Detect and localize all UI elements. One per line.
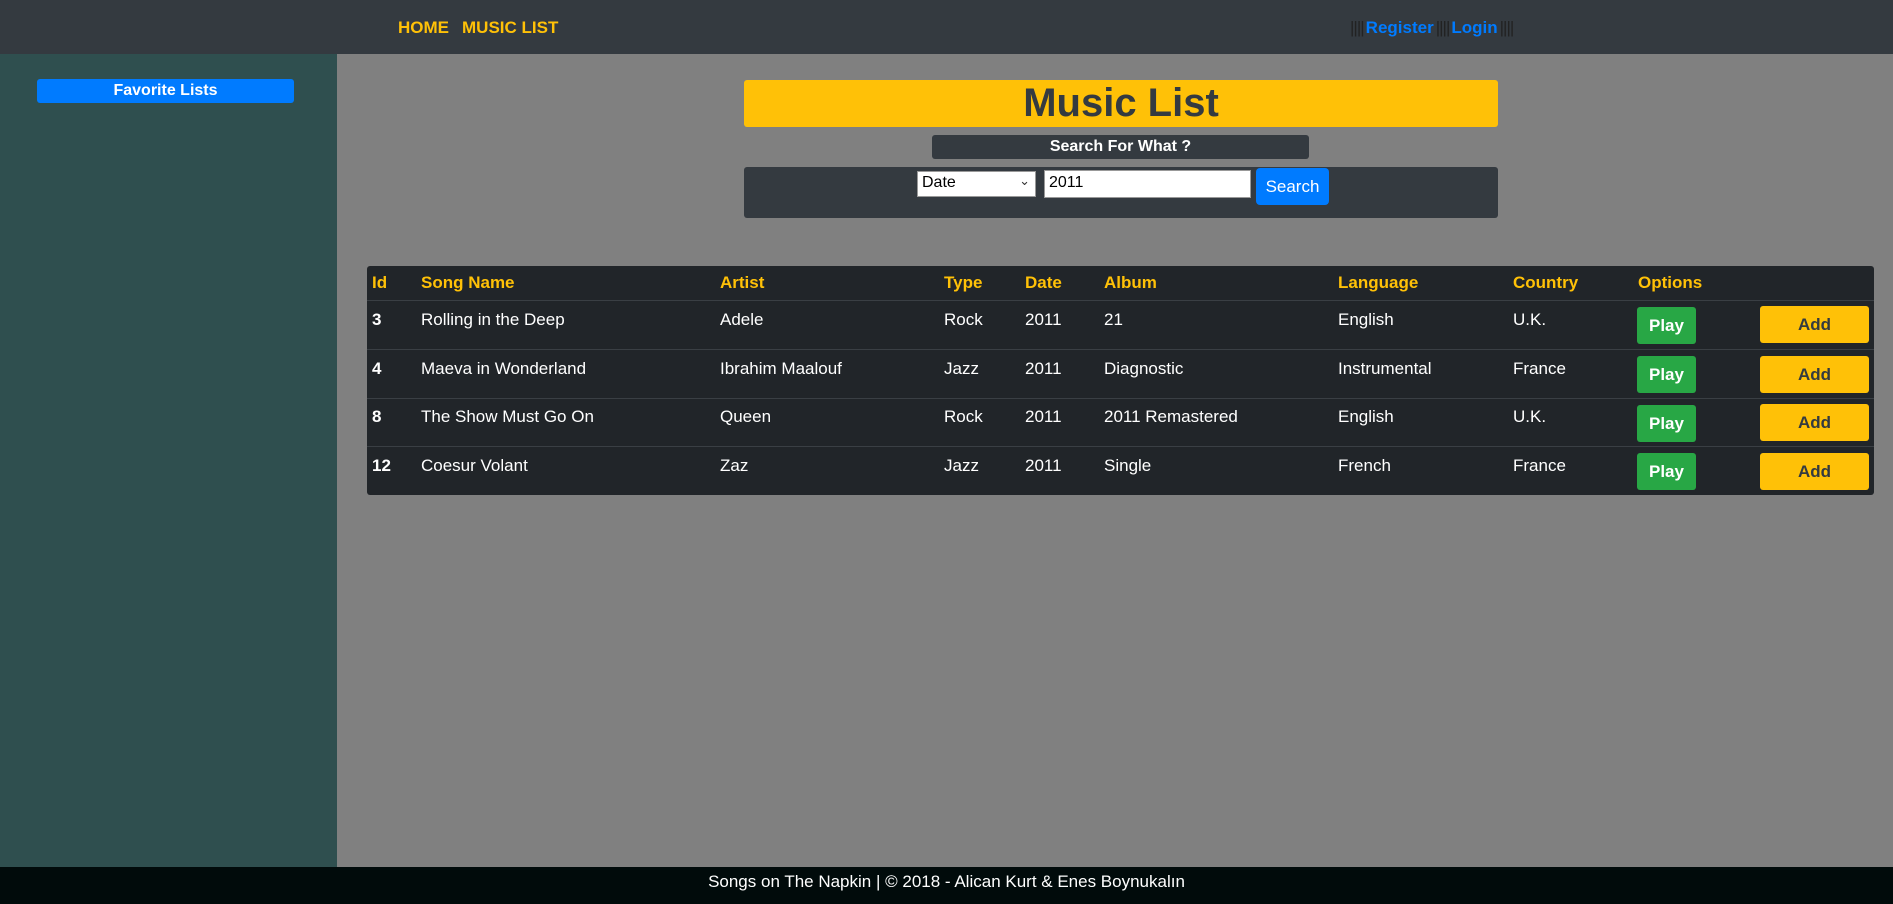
column-header-options: Options [1638,273,1703,292]
row-divider [367,349,1874,350]
column-header-language: Language [1338,273,1419,292]
column-header-album: Album [1104,273,1157,292]
add-button[interactable]: Add [1760,306,1869,343]
cell-artist: Adele [720,310,764,329]
add-button[interactable]: Add [1760,404,1869,441]
cell-type: Rock [944,407,983,426]
cell-album: 21 [1104,310,1123,329]
search-label: Search For What ? [932,135,1309,159]
column-header-date: Date [1025,273,1062,292]
cell-type: Jazz [944,359,979,378]
cell-language: French [1338,456,1391,475]
cell-date: 2011 [1025,456,1062,475]
search-input[interactable]: 2011 [1044,170,1251,198]
cell-date: 2011 [1025,359,1062,378]
chevron-down-icon: ⌄ [1019,173,1030,188]
auth-separator: |||| [1350,18,1365,37]
cell-id: 3 [372,310,382,329]
cell-song-name: Maeva in Wonderland [421,359,587,378]
cell-country: France [1513,456,1566,475]
auth-separator: |||| [1435,18,1451,37]
nav-music-list-link[interactable]: MUSIC LIST [462,18,558,38]
cell-album: 2011 Remastered [1104,407,1238,426]
column-header-country: Country [1513,273,1579,292]
row-divider [367,398,1874,399]
cell-artist: Ibrahim Maalouf [720,359,842,378]
cell-date: 2011 [1025,310,1062,329]
cell-song-name: Rolling in the Deep [421,310,565,329]
cell-language: Instrumental [1338,359,1432,378]
column-header-type: Type [944,273,983,292]
cell-country: U.K. [1513,407,1547,426]
top-navbar: HOME MUSIC LIST |||| Register |||| Login… [0,0,1893,54]
column-header-song-name: Song Name [421,273,515,292]
cell-id: 8 [372,407,382,426]
cell-country: France [1513,359,1566,378]
add-button[interactable]: Add [1760,453,1869,490]
cell-type: Jazz [944,456,979,475]
favorite-lists-button[interactable]: Favorite Lists [37,79,294,103]
cell-type: Rock [944,310,983,329]
cell-id: 12 [372,456,391,475]
auth-links: |||| Register |||| Login |||| [1350,18,1515,38]
cell-language: English [1338,407,1394,426]
cell-album: Single [1104,456,1152,475]
sidebar: Favorite Lists [0,54,337,867]
page-title: Music List [744,80,1498,127]
cell-song-name: Coesur Volant [421,456,528,475]
cell-country: U.K. [1513,310,1547,329]
cell-song-name: The Show Must Go On [421,407,594,426]
search-field-select[interactable]: Date ⌄ [917,171,1036,197]
row-divider [367,446,1874,447]
play-button[interactable]: Play [1637,453,1696,490]
play-button[interactable]: Play [1637,405,1696,442]
search-button[interactable]: Search [1256,168,1329,205]
auth-separator: |||| [1499,18,1515,37]
login-link[interactable]: Login [1451,18,1497,38]
play-button[interactable]: Play [1637,307,1696,344]
register-link[interactable]: Register [1366,18,1434,38]
footer: Songs on The Napkin | © 2018 - Alican Ku… [0,867,1893,904]
cell-id: 4 [372,359,382,378]
cell-language: English [1338,310,1394,329]
row-divider [367,300,1874,301]
search-field-value: Date [922,174,956,191]
column-header-id: Id [372,273,388,292]
cell-album: Diagnostic [1104,359,1184,378]
cell-artist: Zaz [720,456,749,475]
play-button[interactable]: Play [1637,356,1696,393]
cell-artist: Queen [720,407,772,426]
nav-home-link[interactable]: HOME [398,18,449,38]
cell-date: 2011 [1025,407,1062,426]
add-button[interactable]: Add [1760,356,1869,393]
column-header-artist: Artist [720,273,765,292]
